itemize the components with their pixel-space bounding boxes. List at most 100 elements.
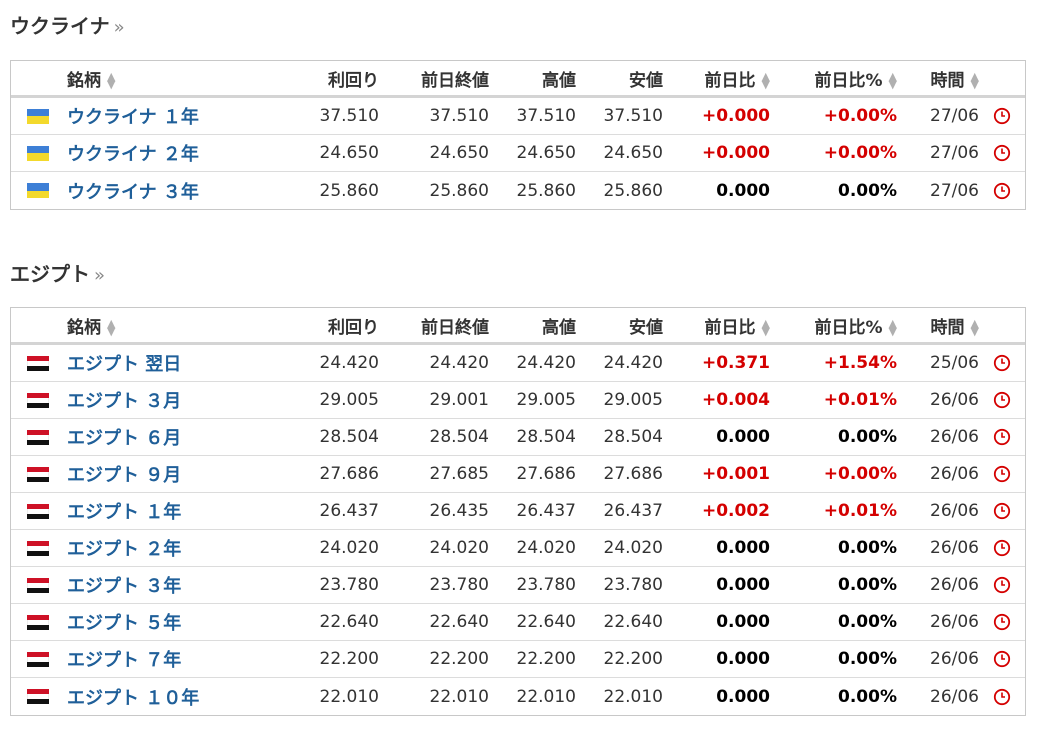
high-value: 25.860 bbox=[516, 180, 576, 201]
more-link[interactable]: » bbox=[114, 17, 125, 38]
clock-icon bbox=[993, 391, 1011, 409]
section-title-egypt[interactable]: エジプト » bbox=[10, 258, 105, 287]
section-title-ukraine[interactable]: ウクライナ » bbox=[10, 10, 125, 39]
more-link[interactable]: » bbox=[94, 265, 105, 286]
high-value: 24.020 bbox=[516, 538, 576, 558]
low-value: 24.020 bbox=[603, 538, 663, 558]
change-pct-value: +0.00% bbox=[823, 106, 897, 126]
bond-name-link[interactable]: エジプト １年 bbox=[67, 502, 181, 523]
header-time[interactable]: 時間 ▲ ▼ bbox=[897, 313, 979, 338]
high-value: 22.010 bbox=[516, 686, 576, 707]
egypt-flag-icon bbox=[27, 466, 49, 482]
ukraine-flag-icon bbox=[27, 183, 49, 198]
table-row: エジプト ３月 29.005 29.001 29.005 29.005 +0.004 +0.… bbox=[11, 382, 1025, 419]
time-value: 26/06 bbox=[930, 501, 979, 521]
bond-name-link[interactable]: ウクライナ １年 bbox=[67, 107, 199, 128]
prev-close-value: 23.780 bbox=[429, 575, 489, 595]
sort-icon[interactable]: ▲ ▼ bbox=[889, 71, 897, 90]
sort-icon[interactable]: ▲ ▼ bbox=[762, 71, 770, 90]
header-low: 安値 bbox=[629, 317, 663, 338]
clock-icon bbox=[993, 428, 1011, 446]
ukraine-flag-icon bbox=[27, 145, 49, 161]
low-value: 27.686 bbox=[603, 464, 663, 484]
change-pct-value: +0.01% bbox=[823, 390, 897, 410]
change-pct-value: 0.00% bbox=[838, 180, 897, 201]
prev-close-value: 24.420 bbox=[429, 353, 489, 373]
header-name[interactable]: 銘柄 ▲ ▼ bbox=[65, 313, 295, 338]
yield-value: 24.020 bbox=[319, 538, 379, 558]
change-pct-value: +0.00% bbox=[823, 464, 897, 484]
change-value: +0.004 bbox=[701, 390, 770, 410]
sort-icon[interactable]: ▲ ▼ bbox=[889, 318, 897, 337]
bond-name-link[interactable]: エジプト ７年 bbox=[67, 650, 181, 671]
prev-close-value: 28.504 bbox=[429, 427, 489, 447]
change-pct-value: +0.00% bbox=[823, 143, 897, 163]
time-value: 27/06 bbox=[930, 180, 979, 201]
header-change-pct[interactable]: 前日比% ▲ ▼ bbox=[770, 313, 897, 338]
header-name[interactable]: 銘柄 ▲ ▼ bbox=[65, 66, 295, 91]
header-change[interactable]: 前日比 ▲ ▼ bbox=[663, 66, 770, 91]
egypt-flag-icon bbox=[27, 651, 49, 667]
sort-icon[interactable]: ▲ ▼ bbox=[971, 71, 979, 90]
change-pct-value: 0.00% bbox=[838, 612, 897, 632]
change-value: +0.000 bbox=[701, 143, 770, 163]
high-value: 27.686 bbox=[516, 464, 576, 484]
clock-icon bbox=[993, 576, 1011, 594]
sort-icon[interactable]: ▲ ▼ bbox=[107, 71, 115, 90]
prev-close-value: 25.860 bbox=[429, 180, 489, 201]
table-row: ウクライナ １年 37.510 37.510 37.510 37.510 +0.000 +0… bbox=[11, 98, 1025, 135]
change-value: +0.002 bbox=[701, 501, 770, 521]
header-yield: 利回り bbox=[328, 70, 379, 91]
table-row: エジプト ５年 22.640 22.640 22.640 22.640 0.000 0.00… bbox=[11, 604, 1025, 641]
header-change-pct[interactable]: 前日比% ▲ ▼ bbox=[770, 66, 897, 91]
clock-icon bbox=[993, 182, 1011, 200]
bond-name-link[interactable]: ウクライナ ３年 bbox=[67, 182, 199, 203]
bond-name-link[interactable]: エジプト ６月 bbox=[67, 428, 181, 449]
table-header: 銘柄 ▲ ▼ 利回り 前日終値 高値 安値 前日比 ▲ ▼ 前日比% ▲ ▼ 時間 ▲ ▼ bbox=[11, 61, 1025, 98]
yield-value: 24.420 bbox=[319, 353, 379, 373]
yield-value: 23.780 bbox=[319, 575, 379, 595]
yield-value: 37.510 bbox=[319, 106, 379, 126]
change-value: +0.371 bbox=[701, 353, 770, 373]
change-value: 0.000 bbox=[716, 612, 770, 632]
table-row: エジプト ６月 28.504 28.504 28.504 28.504 0.000 0.00… bbox=[11, 419, 1025, 456]
clock-icon bbox=[993, 539, 1011, 557]
section-title-text[interactable]: エジプト bbox=[10, 258, 90, 287]
prev-close-value: 24.650 bbox=[429, 143, 489, 163]
low-value: 29.005 bbox=[603, 390, 663, 410]
bond-name-link[interactable]: エジプト ９月 bbox=[67, 465, 181, 486]
bond-name-link[interactable]: ウクライナ ２年 bbox=[67, 144, 199, 165]
low-value: 22.010 bbox=[603, 686, 663, 707]
bond-name-link[interactable]: エジプト ５年 bbox=[67, 613, 181, 634]
header-time[interactable]: 時間 ▲ ▼ bbox=[897, 66, 979, 91]
sort-icon[interactable]: ▲ ▼ bbox=[971, 318, 979, 337]
bond-name-link[interactable]: エジプト ３月 bbox=[67, 391, 181, 412]
bond-name-link[interactable]: エジプト 翌日 bbox=[67, 354, 181, 375]
change-value: 0.000 bbox=[716, 686, 770, 707]
time-value: 26/06 bbox=[930, 686, 979, 707]
section-title-text[interactable]: ウクライナ bbox=[10, 10, 110, 39]
header-change[interactable]: 前日比 ▲ ▼ bbox=[663, 313, 770, 338]
sort-icon[interactable]: ▲ ▼ bbox=[762, 318, 770, 337]
low-value: 22.200 bbox=[603, 649, 663, 669]
clock-icon bbox=[993, 144, 1011, 162]
low-value: 26.437 bbox=[603, 501, 663, 521]
bond-name-link[interactable]: エジプト ３年 bbox=[67, 576, 181, 597]
high-value: 26.437 bbox=[516, 501, 576, 521]
sort-icon[interactable]: ▲ ▼ bbox=[107, 318, 115, 337]
change-pct-value: 0.00% bbox=[838, 686, 897, 707]
high-value: 37.510 bbox=[516, 106, 576, 126]
high-value: 24.650 bbox=[516, 143, 576, 163]
bond-table-ukraine: 銘柄 ▲ ▼ 利回り 前日終値 高値 安値 前日比 ▲ ▼ 前日比% ▲ ▼ 時間 ▲ ▼ ウクライナ １年 37… bbox=[10, 60, 1026, 210]
time-value: 26/06 bbox=[930, 649, 979, 669]
low-value: 22.640 bbox=[603, 612, 663, 632]
egypt-flag-icon bbox=[27, 689, 49, 704]
table-row: エジプト １年 26.437 26.435 26.437 26.437 +0.002 +0.… bbox=[11, 493, 1025, 530]
low-value: 24.650 bbox=[603, 143, 663, 163]
prev-close-value: 22.010 bbox=[429, 686, 489, 707]
high-value: 28.504 bbox=[516, 427, 576, 447]
bond-name-link[interactable]: エジプト １０年 bbox=[67, 688, 199, 709]
clock-icon bbox=[993, 465, 1011, 483]
low-value: 28.504 bbox=[603, 427, 663, 447]
bond-name-link[interactable]: エジプト ２年 bbox=[67, 539, 181, 560]
